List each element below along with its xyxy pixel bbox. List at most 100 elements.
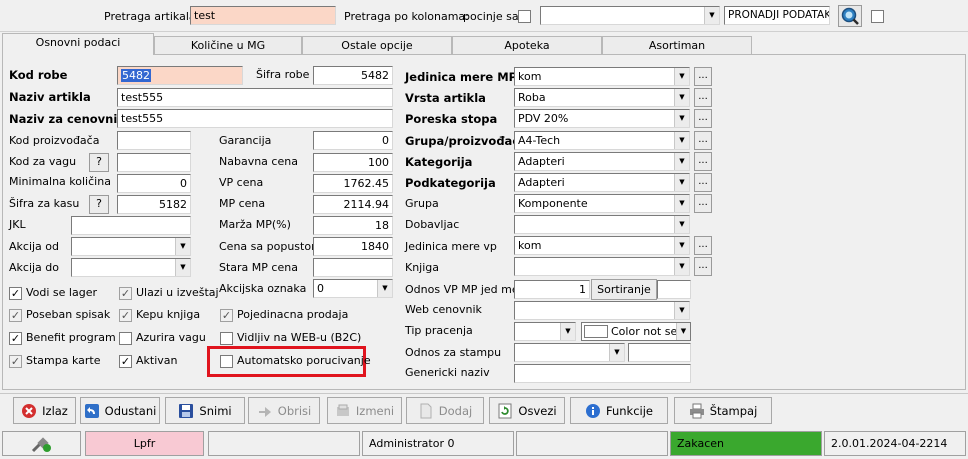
poreska-stopa-select[interactable]: PDV 20% ▼ [514,109,690,128]
naziv-cenovnik-input[interactable]: test555 [117,109,393,128]
tab-kolicine-u-mg[interactable]: Količine u MG [154,36,302,54]
jm-mp-more-button[interactable]: ... [694,67,712,86]
marza-input[interactable]: 18 [313,216,393,235]
sortiranje-button[interactable]: Sortiranje [591,279,657,300]
chevron-down-icon: ▼ [674,132,689,149]
stara-mp-input[interactable] [313,258,393,277]
kod-za-vagu-input[interactable] [117,153,191,172]
poreska-stopa-value: PDV 20% [518,112,569,125]
nabavna-cena-input[interactable]: 100 [313,153,393,172]
tab-apoteka[interactable]: Apoteka [452,36,602,54]
garancija-input[interactable]: 0 [313,131,393,150]
stampaj-button[interactable]: Štampaj [674,397,772,424]
sifra-kasa-input[interactable]: 5182 [117,195,191,214]
dodaj-button[interactable]: Dodaj [406,397,484,424]
jm-vp-more-button[interactable]: ... [694,236,712,255]
odustani-button[interactable]: Odustani [80,397,160,424]
poreska-stopa-more-button[interactable]: ... [694,109,712,128]
poseban-spisak-checkbox[interactable]: ✓ [9,309,22,322]
kod-za-vagu-help-button[interactable]: ? [89,153,109,172]
info-icon [585,403,600,418]
sifra-kasa-label: Šifra za kasu [9,197,80,210]
grupa-label: Grupa [405,197,439,210]
jkl-input[interactable] [71,216,191,235]
ulazi-u-izvestaj-checkbox[interactable]: ✓ [119,287,132,300]
podkategorija-more-button[interactable]: ... [694,173,712,192]
vodi-se-lager-checkbox[interactable]: ✓ [9,287,22,300]
snimi-button[interactable]: Snimi [165,397,245,424]
odnos-stampu-input[interactable] [628,343,691,362]
funkcije-button[interactable]: Funkcije [570,397,668,424]
cena-popust-input[interactable]: 1840 [313,237,393,256]
search-artikal-input[interactable]: test [190,6,336,25]
tab-osnovni-podaci[interactable]: Osnovni podaci [2,33,154,55]
sortiranje-input[interactable] [657,280,691,299]
search-button[interactable] [838,5,862,27]
min-kolicina-label: Minimalna količina [9,175,111,188]
azurira-vagu-checkbox[interactable] [119,332,132,345]
genericki-naziv-input[interactable] [514,364,691,383]
pojedinacna-prodaja-label: Pojedinacna prodaja [237,308,349,321]
aktivan-checkbox[interactable]: ✓ [119,355,132,368]
akcija-do-select[interactable]: ▼ [71,258,191,277]
grupa-select[interactable]: Komponente ▼ [514,194,690,213]
magnifier-icon [841,7,859,25]
status-empty-2 [516,431,668,456]
kategorija-more-button[interactable]: ... [694,152,712,171]
search-mode-checkbox[interactable] [518,10,531,23]
mp-cena-input[interactable]: 2114.94 [313,195,393,214]
jm-vp-select[interactable]: kom ▼ [514,236,690,255]
benefit-program-checkbox[interactable]: ✓ [9,332,22,345]
odnos-vp-mp-input[interactable]: 1 [514,280,590,299]
odnos-stampu-select[interactable]: ▼ [514,343,625,362]
osvezi-button[interactable]: Osvezi [489,397,565,424]
search-column-select[interactable]: ▼ [540,6,720,25]
dobavljac-select[interactable]: ▼ [514,215,690,234]
knjiga-more-button[interactable]: ... [694,257,712,276]
izmeni-button[interactable]: Izmeni [327,397,402,424]
naziv-artikla-input[interactable]: test555 [117,88,393,107]
izlaz-label: Izlaz [42,403,68,418]
izlaz-button[interactable]: Izlaz [13,397,76,424]
odnos-stampu-label: Odnos za stampu [405,346,502,359]
extra-option-checkbox[interactable] [871,10,884,23]
pojedinacna-prodaja-checkbox[interactable]: ✓ [220,309,233,322]
azurira-vagu-label: Azurira vagu [136,331,206,344]
grupa-proizvodjac-select[interactable]: A4-Tech ▼ [514,131,690,150]
knjiga-label: Knjiga [405,261,440,274]
grupa-proizvodjac-more-button[interactable]: ... [694,131,712,150]
color-select[interactable]: Color not sel ▼ [581,322,691,341]
web-cenovnik-select[interactable]: ▼ [514,301,690,320]
min-kolicina-input[interactable]: 0 [117,174,191,193]
close-icon [22,403,37,418]
stampa-karte-checkbox[interactable]: ✓ [9,355,22,368]
chevron-down-icon: ▼ [175,259,190,276]
find-data-field[interactable]: PRONADJI PODATAK [724,6,830,25]
grupa-value: Komponente [518,197,588,210]
kategorija-select[interactable]: Adapteri ▼ [514,152,690,171]
vp-cena-input[interactable]: 1762.45 [313,174,393,193]
kepu-knjiga-checkbox[interactable]: ✓ [119,309,132,322]
jm-mp-select[interactable]: kom ▼ [514,67,690,86]
vrsta-artikla-select[interactable]: Roba ▼ [514,88,690,107]
grupa-more-button[interactable]: ... [694,194,712,213]
obrisi-button[interactable]: Obrisi [248,397,320,424]
vrsta-artikla-more-button[interactable]: ... [694,88,712,107]
aktivan-label: Aktivan [136,354,178,367]
tip-pracenja-select[interactable]: ▼ [514,322,576,341]
knjiga-select[interactable]: ▼ [514,257,690,276]
akcijska-oznaka-select[interactable]: 0 ▼ [313,279,393,298]
chevron-down-icon: ▼ [377,280,392,297]
automatsko-porucivanje-checkbox[interactable] [220,355,233,368]
tab-ostale-opcije[interactable]: Ostale opcije [302,36,452,54]
genericki-naziv-label: Genericki naziv [405,366,490,379]
status-empty-1 [208,431,360,456]
kod-proizvodjaca-input[interactable] [117,131,191,150]
akcija-od-select[interactable]: ▼ [71,237,191,256]
tab-asortiman[interactable]: Asortiman [602,36,752,54]
podkategorija-select[interactable]: Adapteri ▼ [514,173,690,192]
kod-robe-input[interactable]: 5482 [117,66,243,85]
sifra-kasa-help-button[interactable]: ? [89,195,109,214]
vidljiv-web-checkbox[interactable] [220,332,233,345]
sifra-robe-input[interactable]: 5482 [313,66,393,85]
